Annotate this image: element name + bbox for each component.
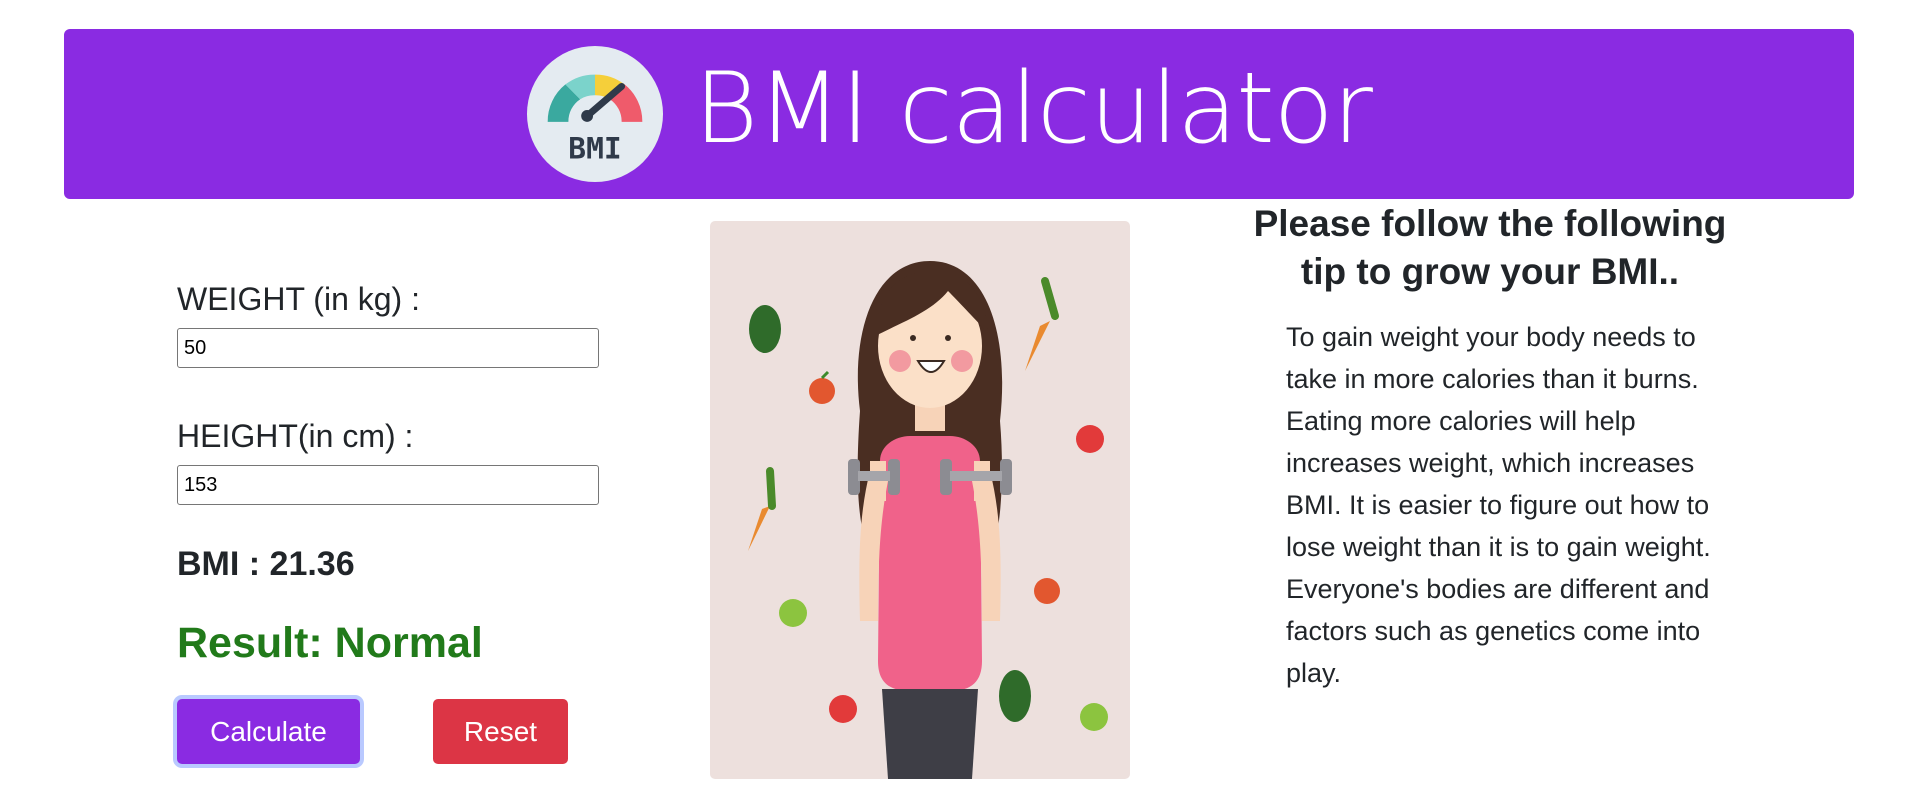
header-content: BMI BMI calculator (64, 29, 1854, 199)
tip-heading-line-1: Please follow the following (1253, 203, 1727, 244)
tip-line: Eating more calories will help (1286, 406, 1636, 436)
page: BMI BMI calculator WEIGHT (in kg) : HEIG… (0, 0, 1916, 810)
fitness-illustration (710, 221, 1130, 779)
tip-line: BMI. It is easier to figure out how to (1286, 490, 1710, 520)
tip-line: factors such as genetics come into (1286, 616, 1701, 646)
bmi-gauge-logo-icon: BMI (527, 45, 664, 183)
weight-label: WEIGHT (in kg) : (177, 281, 420, 317)
bmi-value: BMI : 21.36 (177, 545, 355, 583)
result-text: Result: Normal (177, 619, 483, 667)
tip-line: To gain weight your body needs to (1286, 322, 1696, 352)
tip-line: Everyone's bodies are different and (1286, 574, 1710, 604)
tip-line: lose weight than it is to gain weight. (1286, 532, 1711, 562)
calculate-button[interactable]: Calculate (177, 699, 360, 764)
woman-dumbbell-icon (748, 261, 1108, 779)
height-input[interactable] (177, 465, 599, 505)
page-title: BMI calculator (694, 52, 1373, 166)
reset-button[interactable]: Reset (433, 699, 568, 764)
tip-heading: Please follow the following tip to grow … (1230, 200, 1750, 296)
tip-line: play. (1286, 658, 1342, 688)
header-banner: BMI BMI calculator (64, 29, 1854, 199)
tip-line: take in more calories than it burns. (1286, 364, 1699, 394)
tip-body: To gain weight your body needs to take i… (1286, 316, 1746, 694)
tip-heading-line-2: tip to grow your BMI.. (1300, 251, 1680, 292)
tip-line: increases weight, which increases (1286, 448, 1695, 478)
weight-input[interactable] (177, 328, 599, 368)
height-label: HEIGHT(in cm) : (177, 418, 414, 454)
logo-text: BMI (568, 131, 621, 165)
